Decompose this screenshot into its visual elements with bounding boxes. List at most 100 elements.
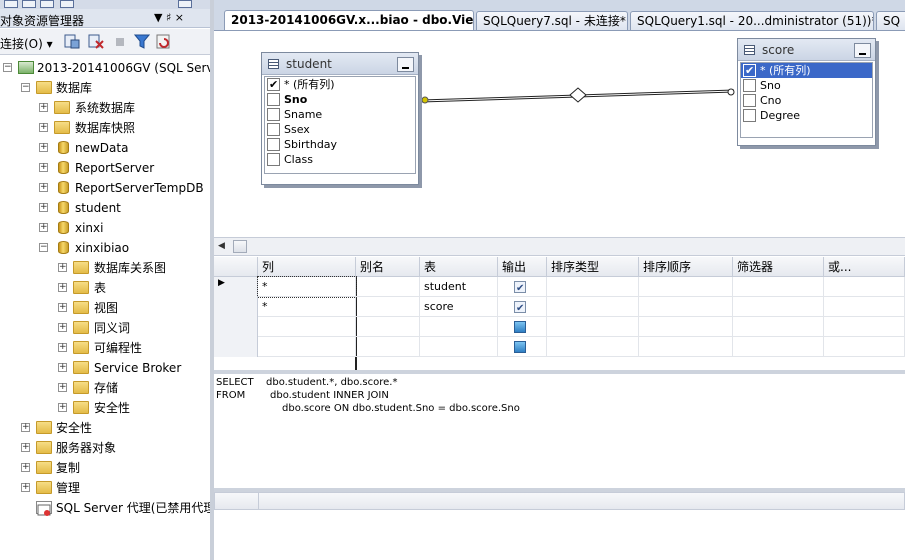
- expand-icon[interactable]: +: [39, 123, 48, 132]
- grid-row[interactable]: ▶ * student: [214, 276, 905, 299]
- column-checkbox[interactable]: [743, 94, 756, 107]
- toolbar-icon[interactable]: [4, 0, 18, 8]
- table-header[interactable]: score: [738, 39, 875, 61]
- tree-node-folder[interactable]: + 表: [0, 278, 210, 298]
- sql-pane[interactable]: SELECT dbo.student.*, dbo.score.* FROM d…: [214, 374, 905, 488]
- output-checkbox[interactable]: [514, 321, 526, 333]
- grid-cell[interactable]: [547, 277, 639, 297]
- grid-cell[interactable]: [498, 297, 547, 319]
- grid-cell[interactable]: [733, 317, 824, 337]
- column-row[interactable]: Ssex: [265, 122, 415, 137]
- register-server-icon[interactable]: [64, 34, 80, 49]
- expand-icon[interactable]: +: [21, 423, 30, 432]
- grid-row[interactable]: [214, 317, 905, 337]
- diagram-pane[interactable]: student * (所有列) Sno Sname Ssex Sbirthday Clas…: [214, 32, 905, 237]
- expand-icon[interactable]: +: [39, 143, 48, 152]
- tree-node-database[interactable]: + ReportServer: [0, 158, 210, 178]
- grid-cell[interactable]: [639, 297, 733, 317]
- tree-node-folder[interactable]: + 可编程性: [0, 338, 210, 358]
- grid-cell[interactable]: [639, 277, 733, 297]
- tree-node-folder[interactable]: + 同义词: [0, 318, 210, 338]
- grid-cell[interactable]: [356, 297, 420, 317]
- grid-cell[interactable]: [498, 277, 547, 299]
- column-checkbox[interactable]: [267, 123, 280, 136]
- grid-cell[interactable]: [639, 317, 733, 337]
- grid-cell[interactable]: [420, 337, 498, 357]
- row-selector[interactable]: [214, 337, 258, 357]
- diagram-scrollbar[interactable]: ◀: [214, 237, 905, 256]
- connect-button[interactable]: 连接(O) ▾: [0, 35, 53, 52]
- grid-cell[interactable]: [498, 337, 547, 357]
- grid-cell[interactable]: [824, 337, 905, 357]
- grid-cell[interactable]: *: [257, 276, 357, 298]
- output-checkbox[interactable]: [514, 299, 526, 319]
- grid-cell[interactable]: [733, 337, 824, 357]
- expand-icon[interactable]: +: [58, 283, 67, 292]
- grid-cell[interactable]: student: [420, 277, 498, 297]
- tree-node-agent[interactable]: SQL Server 代理(已禁用代理: [0, 498, 210, 518]
- tree-node-database[interactable]: + newData: [0, 138, 210, 158]
- collapse-icon[interactable]: −: [39, 243, 48, 252]
- tree-node-database[interactable]: + ReportServerTempDB: [0, 178, 210, 198]
- grid-cell[interactable]: [258, 337, 356, 357]
- toolbar-icon[interactable]: [60, 0, 74, 8]
- collapse-icon[interactable]: −: [21, 83, 30, 92]
- grid-cell[interactable]: [733, 277, 824, 297]
- output-checkbox[interactable]: [514, 279, 526, 299]
- expand-icon[interactable]: +: [39, 223, 48, 232]
- collapse-icon[interactable]: −: [3, 63, 12, 72]
- grid-cell[interactable]: [356, 337, 420, 357]
- grid-cell[interactable]: [258, 317, 356, 337]
- row-selector[interactable]: ▶: [214, 277, 258, 297]
- column-row[interactable]: Sbirthday: [265, 137, 415, 152]
- tab-sqlquery7[interactable]: SQLQuery7.sql - 未连接*: [476, 11, 628, 31]
- column-row[interactable]: * (所有列): [265, 77, 415, 92]
- column-checkbox[interactable]: [743, 79, 756, 92]
- expand-icon[interactable]: +: [58, 403, 67, 412]
- grid-cell[interactable]: [498, 317, 547, 337]
- tree-node-database[interactable]: + 数据库快照: [0, 118, 210, 138]
- expand-icon[interactable]: +: [21, 443, 30, 452]
- tree-node-database[interactable]: + 系统数据库: [0, 98, 210, 118]
- expand-icon[interactable]: +: [58, 363, 67, 372]
- column-checkbox[interactable]: [743, 109, 756, 122]
- tree-node-database[interactable]: + student: [0, 198, 210, 218]
- minimize-icon[interactable]: [397, 57, 414, 72]
- column-checkbox[interactable]: [267, 93, 280, 106]
- grid-cell[interactable]: [356, 317, 420, 337]
- stop-icon[interactable]: [112, 34, 128, 49]
- column-row[interactable]: Class: [265, 152, 415, 167]
- column-row[interactable]: Sname: [265, 107, 415, 122]
- grid-cell[interactable]: [356, 277, 420, 297]
- column-row[interactable]: Cno: [741, 93, 872, 108]
- tree-node-folder[interactable]: + 安全性: [0, 398, 210, 418]
- expand-icon[interactable]: +: [21, 483, 30, 492]
- grid-cell[interactable]: [733, 297, 824, 317]
- tab-view-1[interactable]: 2013-20141006GV.x...biao - dbo.View_1*: [224, 10, 474, 31]
- column-row[interactable]: Sno: [741, 78, 872, 93]
- tree-node-server[interactable]: − 2013-20141006GV (SQL Server: [0, 58, 210, 78]
- tree-node-folder[interactable]: + 服务器对象: [0, 438, 210, 458]
- expand-icon[interactable]: +: [39, 203, 48, 212]
- table-header[interactable]: student: [262, 53, 418, 75]
- column-row[interactable]: Sno: [265, 92, 415, 107]
- row-selector[interactable]: [214, 317, 258, 337]
- expand-icon[interactable]: +: [58, 323, 67, 332]
- column-row[interactable]: Degree: [741, 108, 872, 123]
- expand-icon[interactable]: +: [58, 263, 67, 272]
- column-checkbox[interactable]: [267, 153, 280, 166]
- grid-cell[interactable]: [547, 337, 639, 357]
- toolbar-icon[interactable]: [22, 0, 36, 8]
- expand-icon[interactable]: +: [21, 463, 30, 472]
- tree-node-folder[interactable]: + 安全性: [0, 418, 210, 438]
- scroll-thumb[interactable]: [233, 240, 247, 253]
- expand-icon[interactable]: +: [58, 343, 67, 352]
- grid-cell[interactable]: *: [258, 297, 356, 317]
- column-checkbox[interactable]: [743, 63, 756, 78]
- toolbar-icon[interactable]: [178, 0, 192, 8]
- grid-cell[interactable]: [639, 337, 733, 357]
- tree-node-folder[interactable]: + 复制: [0, 458, 210, 478]
- minimize-icon[interactable]: [854, 43, 871, 58]
- grid-row[interactable]: * score: [214, 297, 905, 319]
- tab-sqlquery1[interactable]: SQLQuery1.sql - 20...dministrator (51))*: [630, 11, 874, 31]
